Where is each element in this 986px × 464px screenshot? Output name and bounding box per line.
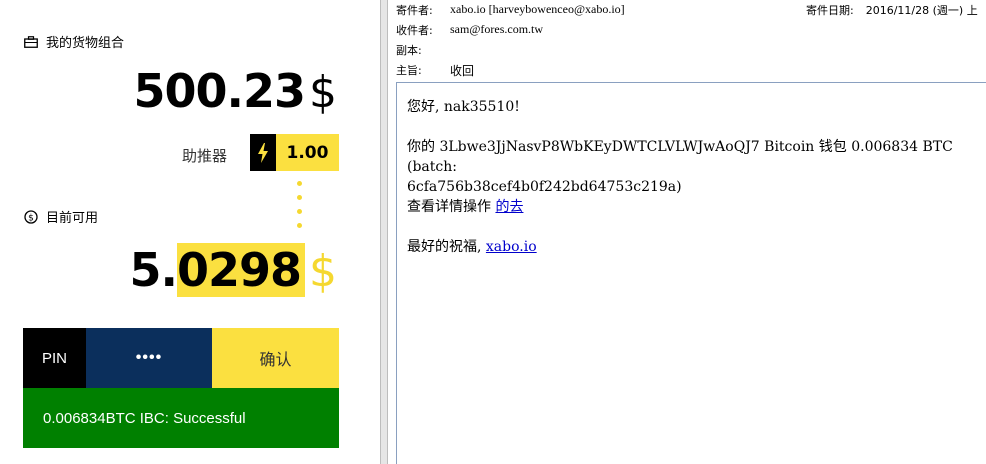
portfolio-label: 我的货物组合: [46, 36, 125, 51]
from-value: xabo.io [harveybowenceo@xabo.io]: [450, 2, 625, 16]
portfolio-amount: 500.23$: [133, 64, 337, 118]
connector-dot: [297, 223, 302, 228]
to-label: 收件者:: [396, 24, 433, 37]
booster-value[interactable]: 1.00: [276, 134, 339, 171]
pin-input[interactable]: ••••: [86, 328, 212, 388]
from-label: 寄件者:: [396, 4, 433, 17]
available-amount-prefix: 5.: [129, 243, 177, 297]
currency-symbol: $: [309, 67, 337, 118]
booster-label: 助推器: [182, 147, 228, 165]
subject-row: 主旨: 收回: [396, 62, 474, 80]
date-row: 寄件日期: 2016/11/28 (週一) 上: [806, 2, 978, 18]
connector-dot: [297, 181, 302, 186]
briefcase-icon: [24, 35, 38, 48]
available-row: $ 目前可用: [24, 207, 98, 226]
body-line-2: 6cfa756b38cef4b0f242bd64753c219a): [407, 179, 682, 195]
wallet-panel: 我的货物组合 500.23$ 助推器 1.00 $ 目前可用 5.0298 $ P…: [0, 0, 380, 464]
pane-splitter[interactable]: [380, 0, 388, 464]
greeting: 您好, nak35510!: [407, 99, 520, 115]
details-link[interactable]: 的去: [495, 199, 523, 215]
status-message: 0.006834BTC IBC: Successful: [23, 388, 339, 448]
closing-line: 最好的祝福, xabo.io: [407, 237, 976, 257]
available-amount: 5.0298 $: [129, 243, 337, 297]
dollar-circle-icon: $: [24, 209, 38, 224]
closing-link[interactable]: xabo.io: [486, 239, 537, 255]
pin-label: PIN: [23, 328, 86, 388]
svg-text:$: $: [28, 213, 34, 223]
available-label: 目前可用: [46, 211, 99, 226]
date-value: 2016/11/28 (週一) 上: [865, 4, 978, 17]
portfolio-amount-value: 500.23: [133, 64, 306, 118]
subject-label: 主旨:: [396, 64, 422, 77]
connector-dot: [297, 209, 302, 214]
pin-row: PIN •••• 确认: [23, 328, 339, 388]
details-line: 查看详情操作 的去: [407, 197, 976, 217]
email-pane: 寄件者: xabo.io [harveybowenceo@xabo.io] 寄件…: [388, 0, 986, 464]
details-text: 查看详情操作: [407, 199, 491, 215]
confirm-button[interactable]: 确认: [212, 328, 339, 388]
to-row: 收件者: sam@fores.com.tw: [396, 22, 543, 40]
cc-row: 副本:: [396, 42, 450, 60]
connector-dot: [297, 195, 302, 200]
date-label: 寄件日期:: [806, 4, 854, 17]
to-value: sam@fores.com.tw: [450, 22, 544, 36]
lightning-icon: [250, 134, 276, 171]
email-body: 您好, nak35510! 你的 3Lbwe3JjNasvP8WbKEyDWTC…: [396, 82, 986, 464]
subject-value: 收回: [450, 64, 475, 78]
email-header: 寄件者: xabo.io [harveybowenceo@xabo.io] 寄件…: [388, 0, 986, 81]
closing-text: 最好的祝福,: [407, 239, 482, 255]
cc-label: 副本:: [396, 44, 422, 57]
available-amount-highlight: 0298: [176, 243, 305, 297]
from-row: 寄件者: xabo.io [harveybowenceo@xabo.io]: [396, 2, 625, 20]
body-line-1: 你的 3Lbwe3JjNasvP8WbKEyDWTCLVLWJwAoQJ7 Bi…: [407, 139, 953, 175]
currency-symbol: $: [309, 246, 337, 297]
portfolio-row: 我的货物组合: [24, 32, 124, 51]
